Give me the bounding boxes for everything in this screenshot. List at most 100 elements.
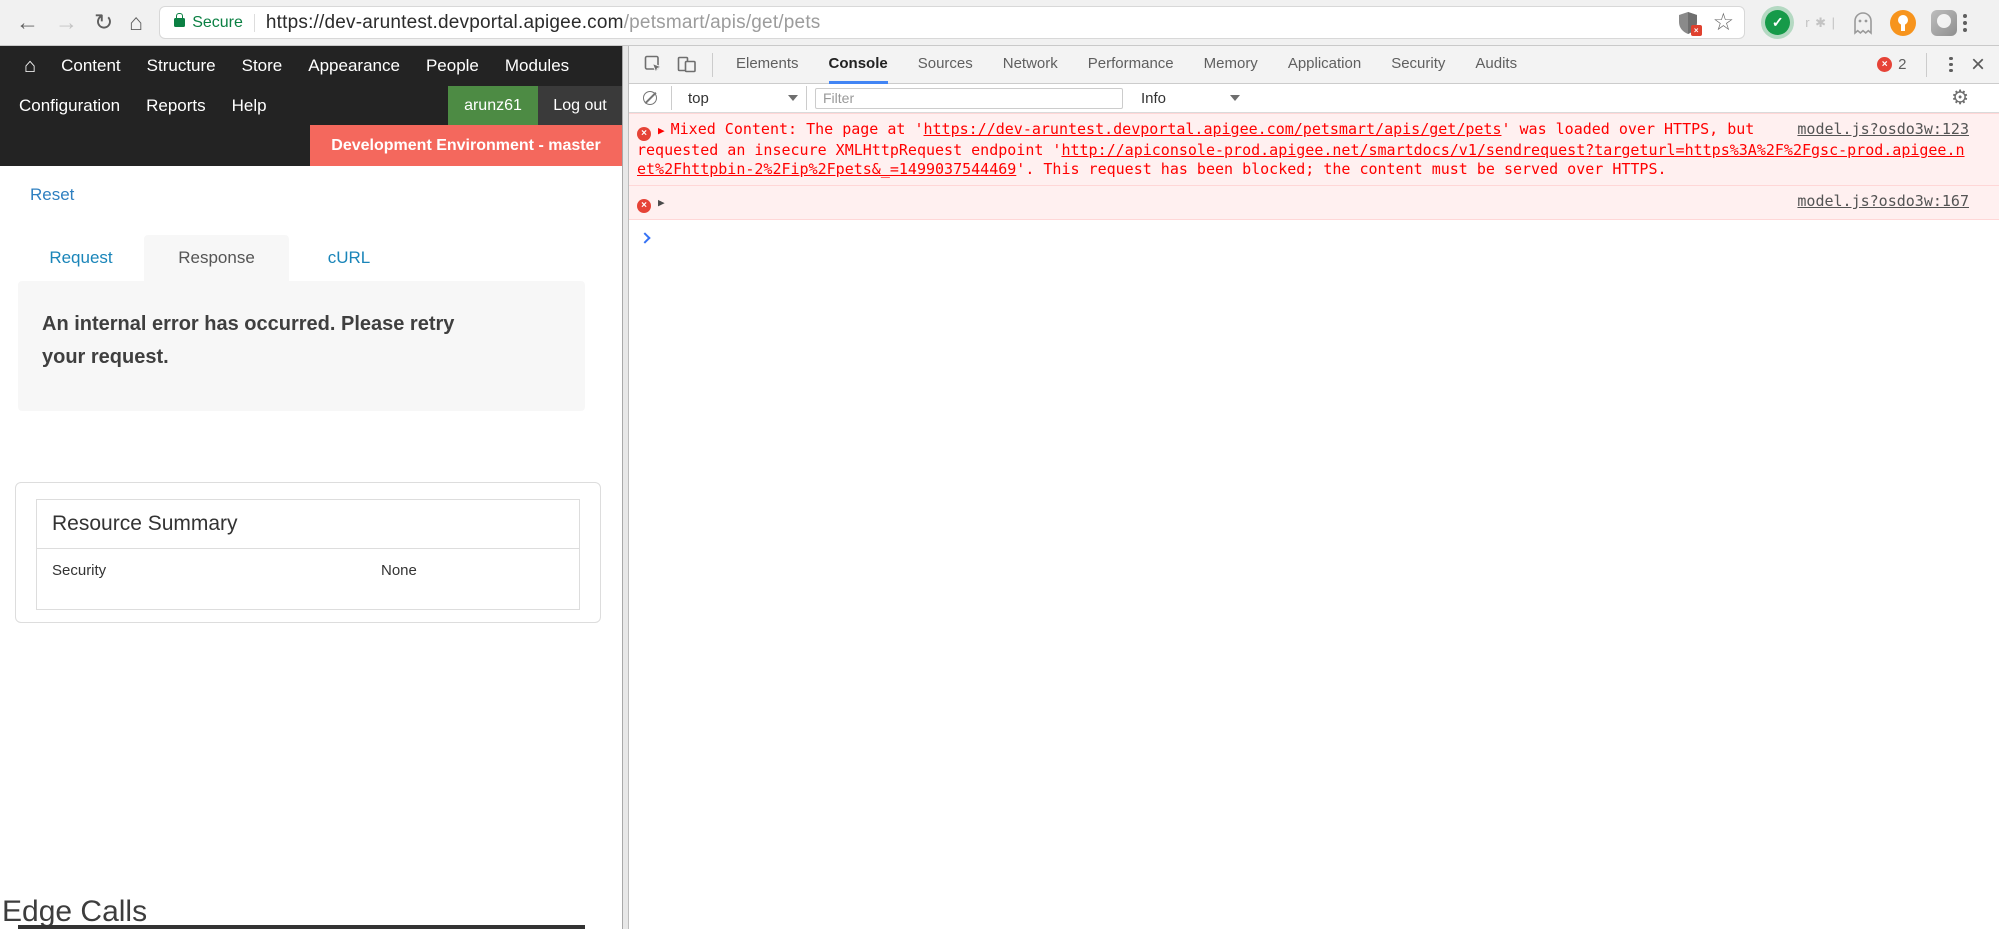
- back-icon[interactable]: ←: [16, 11, 39, 34]
- devtools-menu-icon[interactable]: [1949, 57, 1953, 73]
- tab-request[interactable]: Request: [18, 235, 144, 281]
- devtools-tab-elements[interactable]: Elements: [736, 46, 799, 84]
- secure-label: Secure: [192, 14, 243, 32]
- devtools-tab-sources[interactable]: Sources: [918, 46, 973, 84]
- devtools-tab-security[interactable]: Security: [1391, 46, 1445, 84]
- inspect-element-icon[interactable]: [644, 55, 663, 74]
- error-icon: ×: [637, 127, 651, 141]
- reset-link[interactable]: Reset: [30, 185, 74, 205]
- chevron-down-icon-2: [1230, 95, 1240, 101]
- console-toolbar-divider: [671, 86, 672, 110]
- error-icon-2: ×: [637, 199, 651, 213]
- response-error-panel: An internal error has occurred. Please r…: [18, 281, 585, 411]
- error-badge-count: 2: [1898, 56, 1906, 73]
- drupal-admin-bar: ⌂ Content Structure Store Appearance Peo…: [0, 46, 622, 166]
- response-error-message: An internal error has occurred. Please r…: [42, 308, 502, 374]
- tab-response[interactable]: Response: [144, 235, 289, 281]
- devtools-tab-memory[interactable]: Memory: [1204, 46, 1258, 84]
- expand-triangle-icon-2[interactable]: ▶: [658, 196, 665, 209]
- devtools-tab-network[interactable]: Network: [1003, 46, 1058, 84]
- devtools-close-icon[interactable]: ×: [1971, 53, 1985, 77]
- pane-divider[interactable]: [622, 46, 629, 929]
- openvpn-extension-icon[interactable]: [1890, 10, 1916, 36]
- admin-link-content[interactable]: Content: [48, 56, 134, 76]
- devtools-tabbar: Elements Console Sources Network Perform…: [629, 46, 1999, 84]
- green-check-extension-icon[interactable]: ✓: [1765, 10, 1790, 35]
- logout-button[interactable]: Log out: [538, 86, 622, 125]
- console-source-link-2[interactable]: model.js?osdo3w:167: [1797, 192, 1969, 211]
- admin-link-structure[interactable]: Structure: [134, 56, 229, 76]
- resource-summary-row: Security None: [37, 549, 579, 609]
- code-block-edge: [18, 925, 585, 929]
- url-domain: https://dev-aruntest.devportal.apigee.co…: [266, 12, 624, 33]
- tabbar-divider: [712, 53, 713, 77]
- devtools-tab-application[interactable]: Application: [1288, 46, 1361, 84]
- admin-link-people[interactable]: People: [413, 56, 492, 76]
- admin-link-appearance[interactable]: Appearance: [295, 56, 413, 76]
- refresh-icon[interactable]: ↻: [94, 11, 113, 34]
- console-toolbar-divider-2: [806, 86, 807, 110]
- user-button[interactable]: arunz61: [448, 86, 538, 125]
- execution-context-value: top: [688, 90, 709, 107]
- console-messages: model.js?osdo3w:123 ×▶Mixed Content: The…: [629, 113, 1999, 253]
- resource-summary-value: None: [381, 562, 417, 579]
- extension-area: ✓ r ✱ |: [1761, 10, 1957, 36]
- resource-summary-title: Resource Summary: [37, 500, 579, 549]
- shield-blocked-icon[interactable]: ×: [1677, 11, 1699, 35]
- disabled-extension-icon[interactable]: r ✱ |: [1805, 15, 1836, 31]
- forward-icon[interactable]: →: [55, 11, 78, 34]
- console-prompt[interactable]: [629, 220, 1999, 253]
- api-console-tabs: Request Response cURL: [18, 235, 409, 281]
- omnibox-divider: [254, 14, 255, 32]
- url-text[interactable]: https://dev-aruntest.devportal.apigee.co…: [266, 12, 821, 34]
- devtools-panel: Elements Console Sources Network Perform…: [629, 46, 1999, 929]
- log-level-selector[interactable]: Info: [1135, 90, 1240, 107]
- error-badge-icon[interactable]: ×: [1877, 57, 1892, 72]
- edge-calls-heading-wrap: Edge Calls: [2, 895, 147, 925]
- console-error-row-1: model.js?osdo3w:123 ×▶Mixed Content: The…: [629, 113, 1999, 186]
- star-icon[interactable]: ☆: [1713, 11, 1735, 35]
- admin-link-help[interactable]: Help: [219, 96, 280, 116]
- error-text-1: Mixed Content: The page at ': [671, 120, 924, 138]
- url-path: /petsmart/apis/get/pets: [624, 12, 821, 33]
- address-bar[interactable]: Secure https://dev-aruntest.devportal.ap…: [159, 6, 1745, 39]
- console-toolbar: top Info ⚙: [629, 84, 1999, 113]
- devtools-tab-performance[interactable]: Performance: [1088, 46, 1174, 84]
- admin-link-configuration[interactable]: Configuration: [6, 96, 133, 116]
- console-prompt-chevron-icon: [639, 232, 650, 243]
- environment-banner: Development Environment - master: [310, 125, 622, 166]
- ghost-extension-icon[interactable]: [1851, 10, 1875, 36]
- tabbar-divider-right: [1926, 53, 1927, 77]
- shield-blocked-badge: ×: [1691, 25, 1702, 36]
- lock-icon: [174, 18, 185, 27]
- home-icon[interactable]: ⌂: [129, 11, 143, 34]
- website-pane: ⌂ Content Structure Store Appearance Peo…: [0, 46, 622, 929]
- admin-menu-row-1: ⌂ Content Structure Store Appearance Peo…: [0, 46, 582, 86]
- error-text-3: '. This request has been blocked; the co…: [1016, 160, 1666, 178]
- console-source-link[interactable]: model.js?osdo3w:123: [1797, 120, 1969, 139]
- chevron-down-icon: [788, 95, 798, 101]
- admin-home-icon[interactable]: ⌂: [12, 55, 48, 78]
- console-filter-input[interactable]: [815, 88, 1123, 109]
- resource-summary-table: Resource Summary Security None: [36, 499, 580, 610]
- tab-curl[interactable]: cURL: [289, 235, 409, 281]
- admin-link-store[interactable]: Store: [229, 56, 296, 76]
- device-toolbar-icon[interactable]: [677, 55, 697, 74]
- console-settings-gear-icon[interactable]: ⚙: [1951, 88, 1969, 108]
- edge-calls-heading: Edge Calls: [2, 895, 147, 925]
- execution-context-selector[interactable]: top: [680, 90, 798, 107]
- clear-console-icon[interactable]: [643, 91, 657, 105]
- admin-menu-row-2: Configuration Reports Help: [0, 86, 280, 125]
- devtools-tab-audits[interactable]: Audits: [1475, 46, 1517, 84]
- console-error-row-2: model.js?osdo3w:167 × ▶: [629, 186, 1999, 220]
- browser-toolbar: ← → ↻ ⌂ Secure https://dev-aruntest.devp…: [0, 0, 1999, 46]
- devtools-tab-console[interactable]: Console: [829, 46, 888, 84]
- admin-link-modules[interactable]: Modules: [492, 56, 582, 76]
- mixed-content-error-message: Mixed Content: The page at 'https://dev-…: [637, 120, 1965, 178]
- page-url-link[interactable]: https://dev-aruntest.devportal.apigee.co…: [924, 120, 1502, 138]
- admin-link-reports[interactable]: Reports: [133, 96, 219, 116]
- browser-menu-icon[interactable]: [1963, 14, 1967, 32]
- log-level-value: Info: [1141, 90, 1166, 107]
- expand-triangle-icon[interactable]: ▶: [658, 124, 665, 137]
- gray-app-extension-icon[interactable]: [1931, 10, 1957, 36]
